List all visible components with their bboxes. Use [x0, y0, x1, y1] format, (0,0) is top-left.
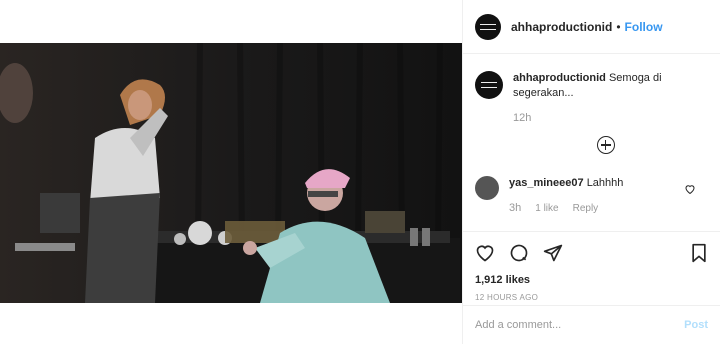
post-header: ahhaproductionid • Follow: [463, 0, 720, 54]
post-timestamp: 12 HOURS AGO: [475, 293, 539, 302]
caption-body: ahhaproductionid Semoga di segerakan... …: [513, 71, 703, 126]
load-more-wrap: [503, 130, 708, 154]
brand-logo-icon: [481, 82, 497, 88]
brand-logo-icon: [480, 23, 496, 30]
bookmark-icon[interactable]: [690, 243, 708, 263]
action-icons: [475, 242, 708, 264]
reply-button[interactable]: Reply: [573, 201, 599, 216]
commenter-avatar[interactable]: [475, 176, 499, 200]
follow-button[interactable]: Follow: [625, 20, 663, 34]
comment-row: yas_mineee07 Lahhhh 3h 1 like Reply: [475, 176, 708, 216]
comment-text: Lahhhh: [586, 177, 624, 189]
author-avatar[interactable]: [475, 13, 501, 40]
comment-username[interactable]: yas_mineee07: [509, 177, 584, 189]
author-username[interactable]: ahhaproductionid: [511, 20, 612, 34]
post-photo[interactable]: [0, 43, 462, 303]
caption-username[interactable]: ahhaproductionid: [513, 72, 606, 84]
add-comment-bar: Post: [463, 305, 720, 344]
separator-dot: •: [616, 19, 621, 34]
actions-section: 1,912 likes 12 HOURS AGO: [463, 231, 720, 305]
caption-row: ahhaproductionid Semoga di segerakan... …: [475, 71, 708, 126]
comment-icon[interactable]: [509, 243, 529, 263]
load-more-icon[interactable]: [596, 136, 615, 154]
comment-time: 3h: [509, 202, 522, 214]
post-comment-button[interactable]: Post: [684, 319, 708, 331]
caption-avatar[interactable]: [475, 71, 503, 99]
media-column: [0, 0, 462, 344]
likes-count[interactable]: 1,912 likes: [475, 274, 708, 286]
comments-section: ahhaproductionid Semoga di segerakan... …: [463, 55, 720, 231]
comment-body: yas_mineee07 Lahhhh 3h 1 like Reply: [509, 176, 699, 216]
comment-meta: 3h 1 like Reply: [509, 201, 699, 216]
share-icon[interactable]: [543, 243, 563, 263]
comment-likes[interactable]: 1 like: [535, 201, 558, 216]
comment-like-icon[interactable]: [684, 183, 696, 195]
post-sidebar: ahhaproductionid • Follow ahhaproduction…: [462, 0, 720, 344]
comment-input[interactable]: [475, 319, 685, 331]
heart-icon[interactable]: [475, 243, 495, 263]
instagram-post: ahhaproductionid • Follow ahhaproduction…: [0, 0, 720, 344]
photo-scene: [0, 43, 462, 303]
caption-time: 12h: [513, 112, 532, 124]
